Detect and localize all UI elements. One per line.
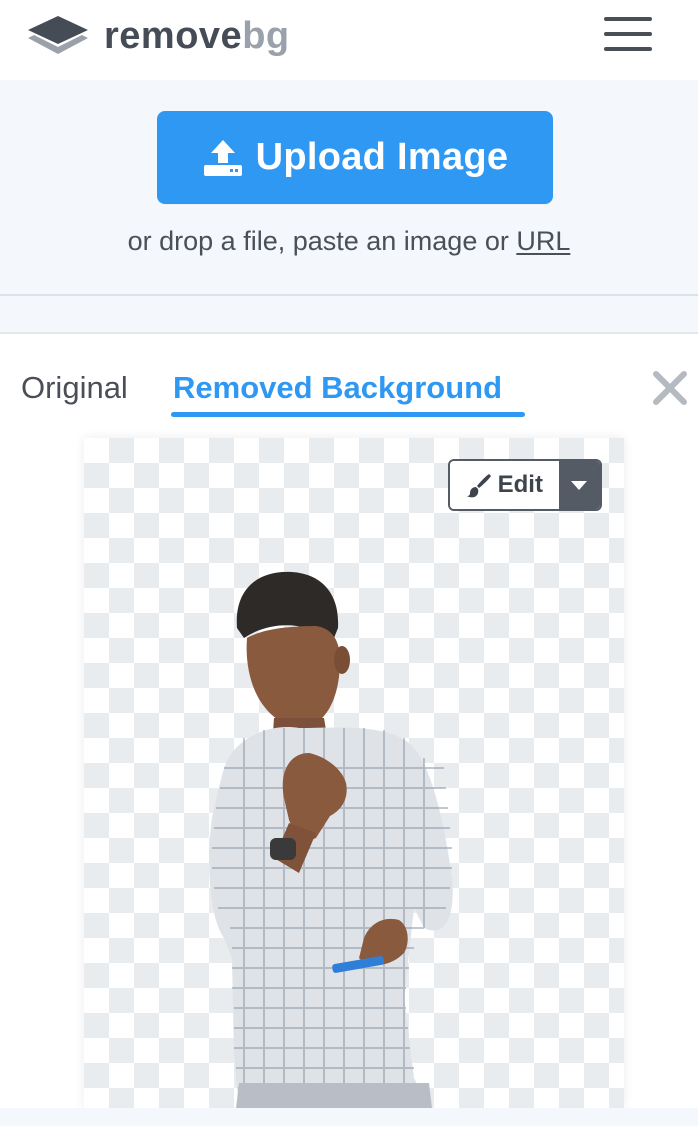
edit-button[interactable]: Edit — [450, 461, 559, 509]
bottom-divider — [0, 1108, 698, 1126]
upload-button-label: Upload Image — [255, 136, 509, 178]
logo-wordmark: removebg — [104, 17, 290, 55]
result-preview — [84, 438, 624, 1108]
active-tab-indicator — [171, 412, 525, 417]
logo-word-remove: remove — [104, 15, 243, 57]
upload-image-button[interactable]: Upload Image — [157, 111, 553, 204]
drop-hint-text: or drop a file, paste an image or URL — [0, 226, 698, 257]
removebg-logo[interactable]: removebg — [26, 14, 290, 60]
layers-logo-icon — [28, 16, 88, 54]
tab-removed-background[interactable]: Removed Background — [173, 370, 502, 406]
brush-icon — [466, 474, 491, 498]
cutout-person-image — [209, 571, 453, 1108]
section-divider — [0, 296, 698, 334]
url-link[interactable]: URL — [516, 226, 570, 256]
logo-word-bg: bg — [242, 15, 290, 57]
close-icon[interactable] — [652, 370, 688, 406]
upload-icon — [203, 139, 242, 176]
drop-hint-prefix: or drop a file, paste an image or — [127, 226, 517, 256]
tab-original[interactable]: Original — [21, 370, 128, 406]
upload-section: Upload Image or drop a file, paste an im… — [0, 80, 698, 296]
hamburger-menu-icon-bar — [604, 32, 652, 36]
edit-dropdown-toggle[interactable] — [558, 461, 600, 509]
hamburger-menu-icon — [604, 17, 652, 21]
caret-down-icon — [571, 481, 588, 490]
hamburger-menu-button[interactable] — [604, 16, 654, 52]
edit-button-group: Edit — [448, 459, 602, 511]
app-header: removebg — [0, 0, 698, 80]
hamburger-menu-icon-bar — [604, 47, 652, 51]
result-tabs: Original Removed Background — [0, 334, 698, 426]
edit-button-label: Edit — [497, 471, 543, 498]
